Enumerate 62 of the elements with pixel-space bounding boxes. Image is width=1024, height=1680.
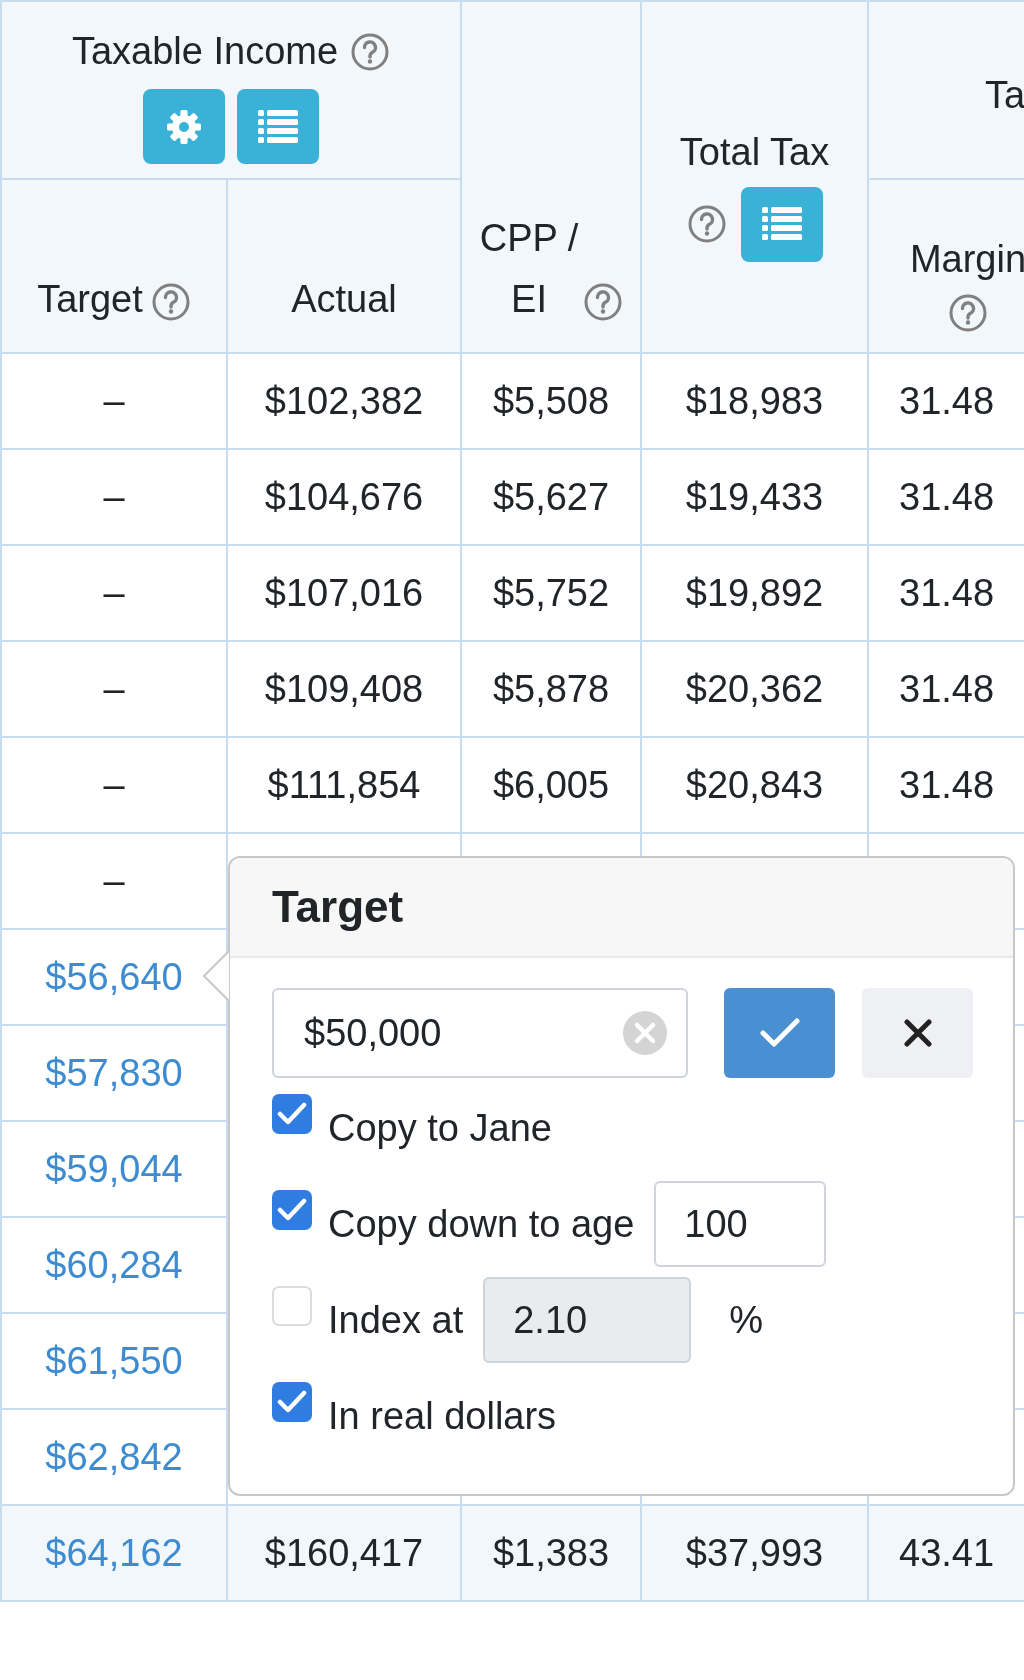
table-cell: $5,878 (492, 667, 610, 710)
help-icon[interactable] (583, 282, 623, 322)
table-cell: – (103, 859, 125, 902)
checkbox-label: Index at (328, 1298, 464, 1342)
check-icon (759, 1018, 800, 1048)
table-cell: – (103, 379, 125, 422)
confirm-button[interactable] (724, 988, 836, 1078)
checkbox-label: Copy to Jane (328, 1106, 552, 1150)
table-cell: $160,417 (264, 1531, 424, 1574)
table-cell: 31.48 (899, 571, 995, 614)
table-cell: – (103, 475, 125, 518)
table-cell: $111,854 (267, 763, 421, 806)
checkbox[interactable] (272, 1190, 312, 1230)
table-cell: $19,892 (685, 571, 824, 614)
list-icon (760, 206, 803, 243)
table-cell: $19,433 (685, 475, 824, 518)
table-cell: $5,508 (492, 379, 610, 422)
list-icon (257, 108, 299, 145)
table-cell: – (103, 571, 125, 614)
column-header: Actual (291, 278, 397, 321)
table-cell: $1,383 (492, 1531, 610, 1574)
table-cell: $107,016 (264, 571, 424, 614)
table-cell: 31.48 (899, 763, 995, 806)
table-cell: $6,005 (492, 763, 610, 806)
help-icon[interactable] (686, 204, 727, 245)
help-icon[interactable] (150, 282, 191, 323)
checkbox[interactable] (272, 1382, 312, 1422)
table-cell: $20,362 (685, 667, 824, 710)
table-cell: $37,993 (685, 1531, 824, 1574)
table-cell: – (103, 763, 125, 806)
number-field: 2.10 (483, 1277, 692, 1363)
amount-field[interactable]: $50,000 (272, 988, 689, 1078)
table-cell: $18,983 (685, 379, 824, 422)
table-cell: 31.48 (899, 475, 995, 518)
list-button[interactable] (740, 186, 823, 262)
checkbox-label: In real dollars (328, 1394, 557, 1438)
table-cell: $109,408 (264, 667, 424, 710)
table-cell: 43.41 (899, 1531, 995, 1574)
unit-label: % (729, 1298, 763, 1342)
help-icon[interactable] (948, 293, 988, 334)
list-button[interactable] (237, 89, 319, 164)
column-group-header: Taxable Income (71, 30, 339, 73)
table-cell: 31.48 (899, 379, 995, 422)
table-cell: 31.48 (899, 667, 995, 710)
popover-title: Target (230, 858, 1013, 958)
table-cell: $104,676 (264, 475, 424, 518)
column-header: Total Tax (679, 131, 830, 174)
table-cell: $5,752 (492, 571, 610, 614)
help-icon[interactable] (350, 31, 391, 72)
number-field[interactable]: 100 (654, 1181, 827, 1267)
column-header: CPP / EI (479, 216, 579, 323)
settings-button[interactable] (143, 89, 225, 164)
cancel-button[interactable] (862, 988, 973, 1078)
table-cell: $102,382 (264, 379, 424, 422)
column-header: Target (37, 278, 143, 321)
table-cell: $5,627 (492, 475, 610, 518)
table-cell: $20,843 (685, 763, 824, 806)
checkbox[interactable] (272, 1094, 312, 1134)
checkbox-label: Copy down to age (328, 1202, 635, 1246)
close-icon (903, 1019, 932, 1047)
column-header: Margin (909, 237, 1024, 280)
table-cell: – (103, 667, 125, 710)
